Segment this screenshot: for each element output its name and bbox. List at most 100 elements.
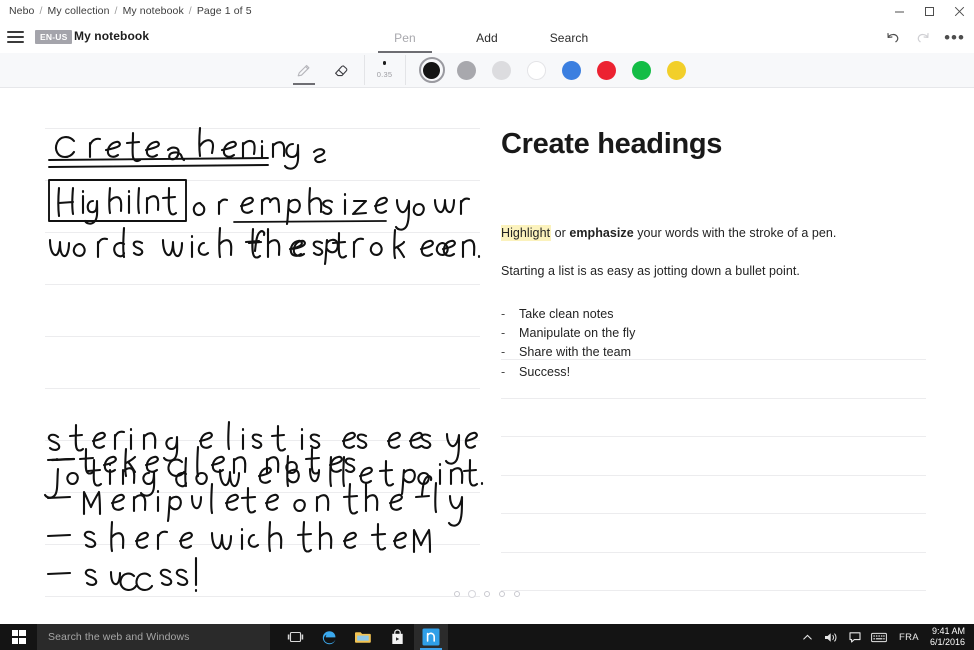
color-dot [423, 62, 440, 79]
pen-tool-button[interactable] [285, 53, 323, 87]
window-titlebar: Nebo / My collection / My notebook / Pag… [0, 0, 974, 22]
window-controls [884, 0, 974, 22]
breadcrumb: Nebo / My collection / My notebook / Pag… [0, 5, 252, 17]
page-dot[interactable] [514, 591, 520, 597]
minimize-icon [894, 6, 905, 17]
color-dot [492, 61, 511, 80]
action-center-button[interactable] [843, 624, 867, 650]
page-dot[interactable] [454, 591, 460, 597]
nebo-app-window: Nebo / My collection / My notebook / Pag… [0, 0, 974, 650]
list-item-label: Success! [519, 365, 570, 379]
redo-icon [915, 29, 932, 46]
eraser-tool-button[interactable] [323, 53, 361, 87]
color-swatch-gray[interactable] [454, 57, 480, 83]
minimize-button[interactable] [884, 0, 914, 22]
document-title: My notebook [74, 29, 149, 43]
handwriting-pane[interactable] [0, 88, 487, 613]
page-dot[interactable] [484, 591, 490, 597]
list-item: - Take clean notes [501, 304, 635, 323]
bullet-list: - Take clean notes - Manipulate on the f… [501, 304, 635, 381]
paragraph-one-mid: or [551, 226, 569, 240]
tab-add[interactable]: Add [446, 22, 528, 53]
page-dot[interactable] [499, 591, 505, 597]
maximize-button[interactable] [914, 0, 944, 22]
color-dot [667, 61, 686, 80]
color-swatch-green[interactable] [629, 57, 655, 83]
color-swatch-red[interactable] [594, 57, 620, 83]
close-icon [954, 6, 965, 17]
undo-button[interactable] [877, 22, 908, 53]
color-dot [457, 61, 476, 80]
action-center-icon [849, 631, 862, 644]
list-bullet: - [501, 345, 519, 359]
highlighted-text: Highlight [501, 225, 551, 241]
list-item: - Success! [501, 362, 635, 381]
breadcrumb-item-collection[interactable]: My collection [48, 5, 110, 17]
shopping-bag-icon [390, 629, 405, 645]
clock-date: 6/1/2016 [930, 637, 965, 648]
edge-button[interactable] [312, 624, 346, 650]
color-swatches [419, 57, 690, 83]
paragraph-one-rest: your words with the stroke of a pen. [634, 226, 837, 240]
speaker-icon [824, 631, 838, 644]
more-options-button[interactable]: ••• [939, 22, 970, 53]
color-swatch-yellow[interactable] [664, 57, 690, 83]
nebo-icon [422, 628, 440, 646]
hamburger-line [7, 31, 24, 33]
bold-text: emphasize [569, 226, 633, 240]
list-item: - Share with the team [501, 343, 635, 362]
color-dot [632, 61, 651, 80]
windows-logo-icon [12, 630, 26, 644]
nebo-app-button[interactable] [414, 624, 448, 650]
hamburger-line [7, 41, 24, 43]
folder-icon [354, 630, 372, 645]
show-hidden-icons-button[interactable] [795, 624, 819, 650]
undo-icon [884, 29, 901, 46]
pen-toolbar: 0.35 [0, 53, 974, 88]
start-button[interactable] [0, 624, 37, 650]
color-swatch-light-gray[interactable] [489, 57, 515, 83]
breadcrumb-item-app[interactable]: Nebo [9, 5, 35, 17]
tab-add-label: Add [476, 31, 498, 45]
breadcrumb-item-notebook[interactable]: My notebook [123, 5, 184, 17]
color-dot [527, 61, 546, 80]
thickness-value: 0.35 [377, 70, 392, 79]
language-indicator[interactable]: FRA [891, 632, 927, 643]
volume-button[interactable] [819, 624, 843, 650]
page-dot-current[interactable] [469, 591, 475, 597]
tab-pen[interactable]: Pen [364, 22, 446, 53]
breadcrumb-separator: / [115, 5, 118, 17]
breadcrumb-separator: / [40, 5, 43, 17]
list-item-label: Manipulate on the fly [519, 326, 635, 340]
clock[interactable]: 9:41 AM 6/1/2016 [927, 626, 967, 648]
pen-thickness-selector[interactable]: 0.35 [364, 55, 406, 85]
color-swatch-white[interactable] [524, 57, 550, 83]
hamburger-menu-icon[interactable] [7, 30, 24, 44]
taskbar-search-input[interactable]: Search the web and Windows [37, 624, 270, 650]
touch-keyboard-button[interactable] [867, 624, 891, 650]
pen-icon [294, 61, 313, 80]
edge-icon [321, 629, 338, 646]
breadcrumb-item-page: Page 1 of 5 [197, 5, 252, 17]
breadcrumb-separator: / [189, 5, 192, 17]
typeset-pane[interactable]: Create headings Highlight or emphasize y… [487, 88, 974, 613]
store-button[interactable] [380, 624, 414, 650]
paragraph-two: Starting a list is as easy as jotting do… [501, 264, 800, 278]
header-actions: ••• [877, 22, 970, 53]
system-tray: FRA 9:41 AM 6/1/2016 [795, 624, 974, 650]
list-item-label: Take clean notes [519, 307, 614, 321]
windows-taskbar: Search the web and Windows [0, 624, 974, 650]
color-swatch-blue[interactable] [559, 57, 585, 83]
redo-button[interactable] [908, 22, 939, 53]
hamburger-line [7, 36, 24, 38]
file-explorer-button[interactable] [346, 624, 380, 650]
language-badge[interactable]: EN-US [35, 30, 72, 44]
task-view-button[interactable] [278, 624, 312, 650]
thickness-dot-icon [383, 61, 387, 65]
tab-search[interactable]: Search [528, 22, 610, 53]
list-bullet: - [501, 307, 519, 321]
close-button[interactable] [944, 0, 974, 22]
color-swatch-black[interactable] [419, 57, 445, 83]
search-placeholder: Search the web and Windows [48, 631, 190, 643]
tab-pen-label: Pen [394, 31, 416, 45]
